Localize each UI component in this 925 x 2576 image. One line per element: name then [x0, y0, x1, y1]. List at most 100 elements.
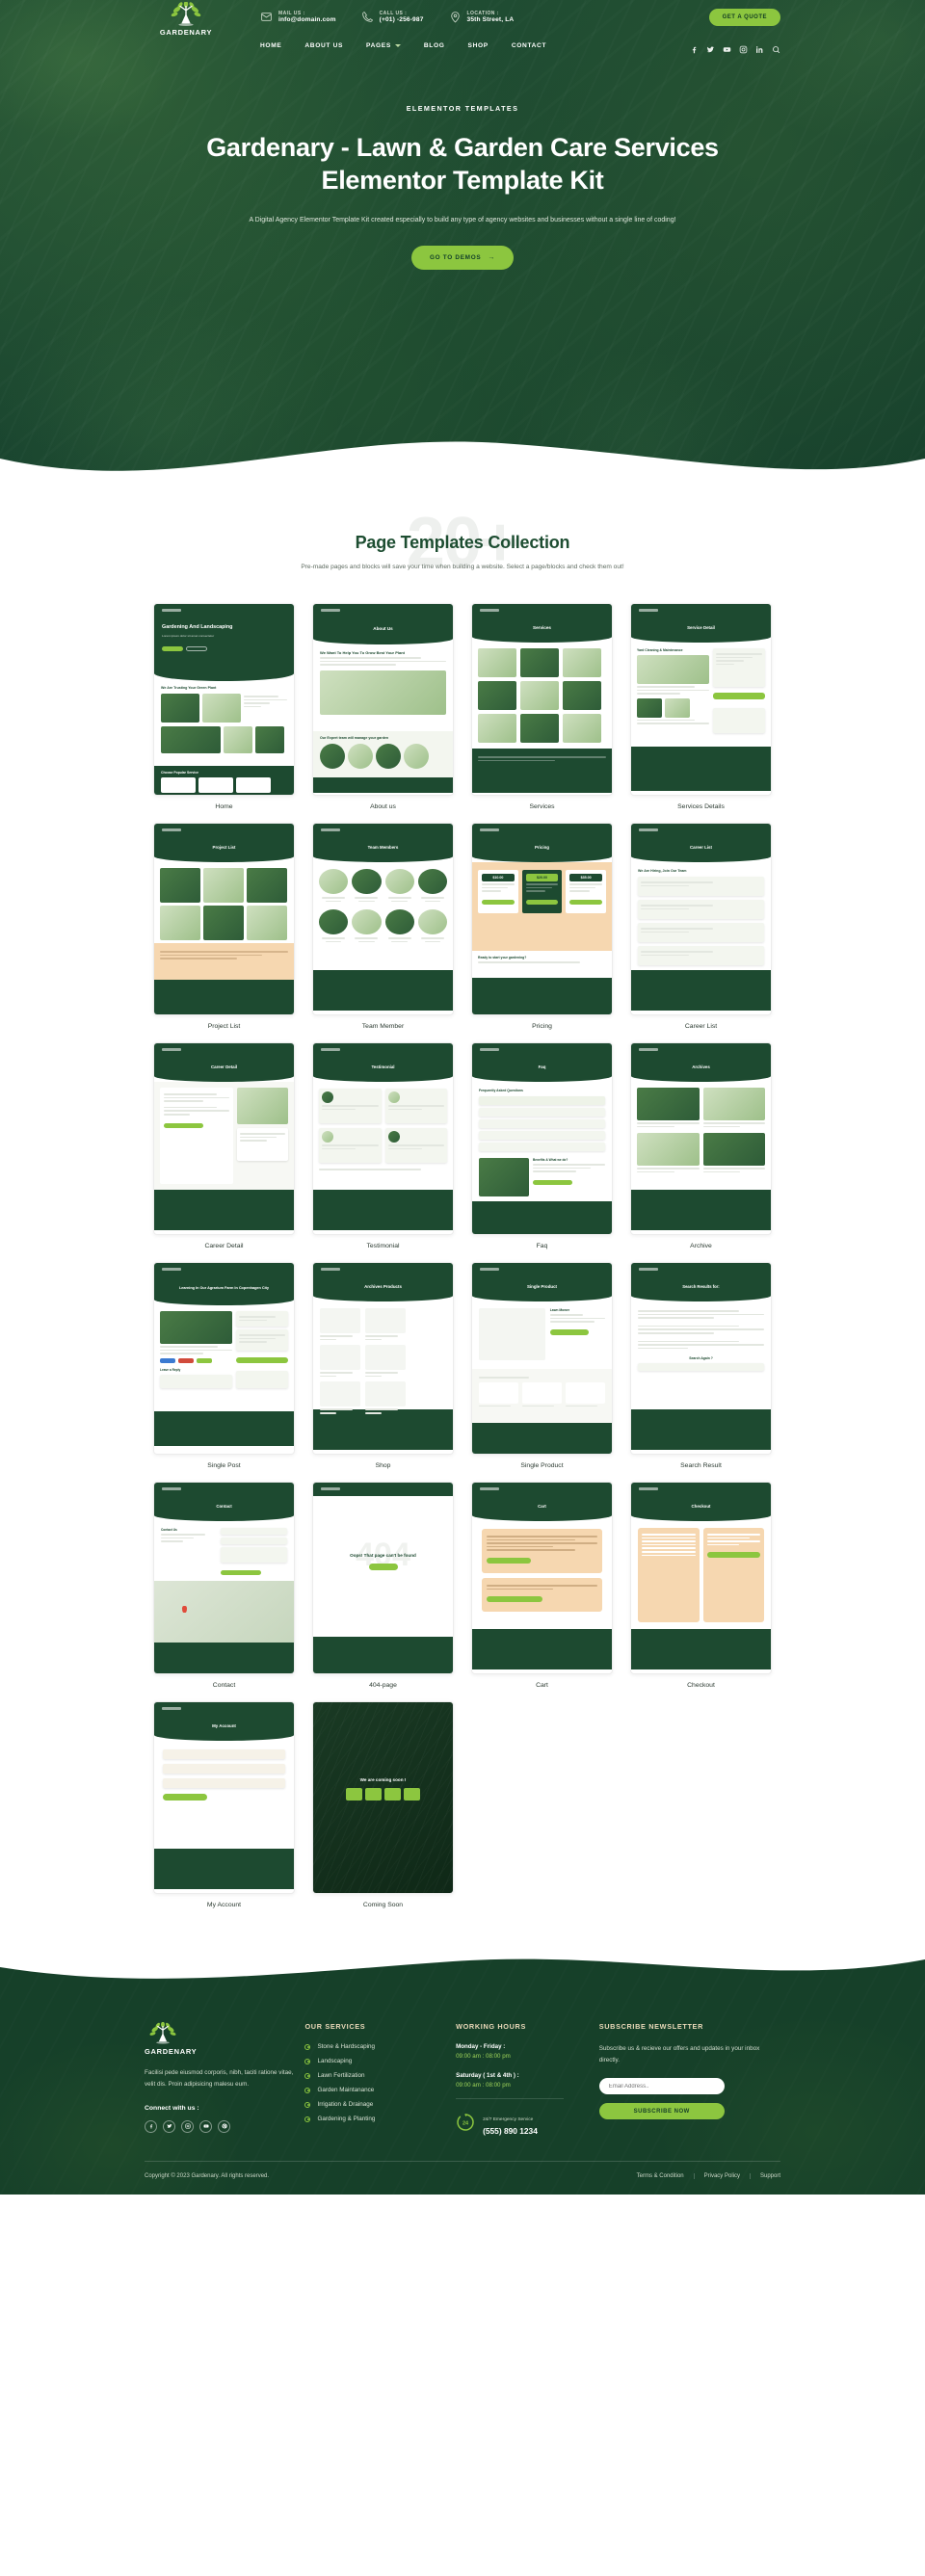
template-card[interactable]: We are coming soon ! Coming Soon — [312, 1701, 454, 1908]
newsletter-email-input[interactable] — [598, 2078, 725, 2095]
list-item[interactable]: Gardening & Planting — [304, 2116, 456, 2122]
contact-location-value: 35th Street, LA — [466, 16, 515, 23]
emergency-number: (555) 890 1234 — [483, 2126, 538, 2136]
phone-icon — [361, 11, 374, 23]
list-item[interactable]: Garden Maintanance — [304, 2087, 456, 2093]
template-card[interactable]: Service Detail Yard Cleaning & Maintenan… — [630, 603, 772, 810]
template-card[interactable]: Contact Contact Us Contact — [153, 1482, 295, 1689]
list-item[interactable]: Irrigation & Drainage — [304, 2101, 456, 2108]
template-thumbnail[interactable]: Checkout — [630, 1482, 772, 1674]
privacy-policy-link[interactable]: Privacy Policy — [695, 2173, 751, 2179]
template-card[interactable]: Search Results for: Search Again ? Searc… — [630, 1262, 772, 1469]
template-card[interactable]: Cart Cart — [471, 1482, 613, 1689]
template-card[interactable]: Single Product Lawn Mower Single Product — [471, 1262, 613, 1469]
facebook-icon[interactable] — [690, 41, 699, 53]
template-thumbnail[interactable]: Faq Frequently Asked Questions Benefits … — [471, 1042, 613, 1235]
template-thumbnail[interactable]: Career List We Are Hiring, Join Our Team — [630, 823, 772, 1015]
template-thumbnail[interactable]: Project List — [153, 823, 295, 1015]
template-label: Contact — [212, 1682, 236, 1689]
template-thumbnail[interactable]: Contact Contact Us — [153, 1482, 295, 1674]
template-card[interactable]: Learning In Our Agrarium Farm In Copenha… — [153, 1262, 295, 1469]
nav-item-contact[interactable]: CONTACT — [512, 42, 546, 49]
template-grid: Gardening And Landscaping Lorem ipsum do… — [0, 588, 925, 1908]
thumb-title: Career Detail — [210, 1064, 238, 1069]
template-card[interactable]: My Account My Account — [153, 1701, 295, 1908]
template-thumbnail[interactable]: We are coming soon ! — [312, 1701, 454, 1894]
template-thumbnail[interactable]: Cart — [471, 1482, 613, 1674]
support-link[interactable]: Support — [751, 2173, 780, 2179]
template-label: Pricing — [532, 1023, 552, 1030]
template-thumbnail[interactable]: About Us We Want To Help You To Grow Bes… — [312, 603, 454, 796]
nav-item-pages[interactable]: PAGES — [366, 42, 401, 49]
nav-label: BLOG — [423, 41, 445, 49]
template-card[interactable]: Pricing $10.00 $20.00 $35.00 Ready to st… — [471, 823, 613, 1030]
nav-item-home[interactable]: HOME — [260, 42, 281, 49]
template-thumbnail[interactable]: 404 Oops! That page can't be found — [312, 1482, 454, 1674]
template-card[interactable]: Career List We Are Hiring, Join Our Team… — [630, 823, 772, 1030]
template-card[interactable]: Team Members Team Member — [312, 823, 454, 1030]
contact-location[interactable]: LOCATION : 35th Street, LA — [449, 11, 540, 24]
subscribe-now-button[interactable]: SUBSCRIBE NOW — [598, 2103, 725, 2120]
template-thumbnail[interactable]: Team Members — [312, 823, 454, 1015]
contact-mail[interactable]: MAIL US : info@domain.com — [260, 11, 361, 24]
template-thumbnail[interactable]: Single Product Lawn Mower — [471, 1262, 613, 1455]
template-thumbnail[interactable]: Career Detail — [153, 1042, 295, 1235]
template-card[interactable]: Services Services — [471, 603, 613, 810]
template-card[interactable]: About Us We Want To Help You To Grow Bes… — [312, 603, 454, 810]
template-card[interactable]: Career Detail Career Detail — [153, 1042, 295, 1249]
footer-logo[interactable]: GARDENARY — [145, 2021, 304, 2056]
nav-label: SHOP — [467, 41, 489, 49]
template-thumbnail[interactable]: My Account — [153, 1701, 295, 1894]
template-thumbnail[interactable]: Search Results for: Search Again ? — [630, 1262, 772, 1455]
search-icon[interactable] — [772, 41, 780, 53]
terms-and-condition-link[interactable]: Terms & Condition — [627, 2173, 695, 2179]
template-card[interactable]: Checkout Checkout — [630, 1482, 772, 1689]
thumb-title: Single Product — [527, 1283, 557, 1289]
template-card[interactable]: Archives Products Shop — [312, 1262, 454, 1469]
list-item[interactable]: Stone & Hardscaping — [304, 2043, 456, 2050]
thumb-title: Faq — [538, 1064, 546, 1069]
template-thumbnail[interactable]: Archives Products — [312, 1262, 454, 1455]
template-card[interactable]: Gardening And Landscaping Lorem ipsum do… — [153, 603, 295, 810]
template-thumbnail[interactable]: Gardening And Landscaping Lorem ipsum do… — [153, 603, 295, 796]
template-thumbnail[interactable]: Archives — [630, 1042, 772, 1235]
list-item[interactable]: Landscaping — [304, 2058, 456, 2064]
top-bar: GARDENARY MAIL US : info@domain.com CALL… — [0, 0, 925, 37]
footer-about-text: Facilisi pede eiusmod corporis, nibh, ta… — [145, 2069, 294, 2089]
template-card[interactable]: Project List Project List — [153, 823, 295, 1030]
copyright-text: Copyright © 2023 Gardenary. All rights r… — [145, 2173, 270, 2179]
instagram-icon[interactable] — [739, 41, 748, 53]
list-item[interactable]: Lawn Fertilization — [304, 2072, 456, 2079]
nav-item-blog[interactable]: BLOG — [424, 42, 445, 49]
hero-kicker: ELEMENTOR TEMPLATES — [406, 104, 519, 113]
template-card[interactable]: Faq Frequently Asked Questions Benefits … — [471, 1042, 613, 1249]
newsletter-heading: SUBSCRIBE NEWSLETTER — [598, 2022, 703, 2031]
template-card[interactable]: 404 Oops! That page can't be found 404-p… — [312, 1482, 454, 1689]
emergency-contact[interactable]: 24 24/7 Emergency Service (555) 890 1234 — [456, 2108, 599, 2136]
template-card[interactable]: Archives Archive — [630, 1042, 772, 1249]
template-thumbnail[interactable]: Pricing $10.00 $20.00 $35.00 Ready to st… — [471, 823, 613, 1015]
thumb-title: Project List — [212, 844, 236, 850]
thumb-title: Checkout — [691, 1503, 711, 1509]
twitter-icon[interactable] — [163, 2119, 175, 2133]
youtube-icon[interactable] — [723, 41, 731, 52]
linkedin-icon[interactable] — [755, 41, 764, 53]
youtube-icon[interactable] — [199, 2119, 212, 2133]
pinterest-icon[interactable] — [218, 2119, 230, 2133]
nav-item-shop[interactable]: SHOP — [468, 42, 489, 49]
footer-hours-column: WORKING HOURS Monday - Friday : 09:00 am… — [456, 2022, 599, 2136]
instagram-icon[interactable] — [181, 2119, 194, 2133]
get-a-quote-button[interactable]: GET A QUOTE — [708, 9, 780, 26]
contact-mail-value: info@domain.com — [278, 16, 336, 23]
site-logo[interactable]: GARDENARY — [145, 0, 227, 37]
go-to-demos-button[interactable]: GO TO DEMOS → — [410, 246, 515, 271]
twitter-icon[interactable] — [706, 41, 715, 52]
contact-phone[interactable]: CALL US : (+01) -256-987 — [361, 11, 449, 24]
template-thumbnail[interactable]: Learning In Our Agrarium Farm In Copenha… — [153, 1262, 295, 1455]
template-thumbnail[interactable]: Services — [471, 603, 613, 796]
template-card[interactable]: Testimonial Testimonial — [312, 1042, 454, 1249]
template-thumbnail[interactable]: Service Detail Yard Cleaning & Maintenan… — [630, 603, 772, 796]
nav-item-about-us[interactable]: ABOUT US — [304, 42, 343, 49]
template-thumbnail[interactable]: Testimonial — [312, 1042, 454, 1235]
facebook-icon[interactable] — [145, 2119, 157, 2133]
